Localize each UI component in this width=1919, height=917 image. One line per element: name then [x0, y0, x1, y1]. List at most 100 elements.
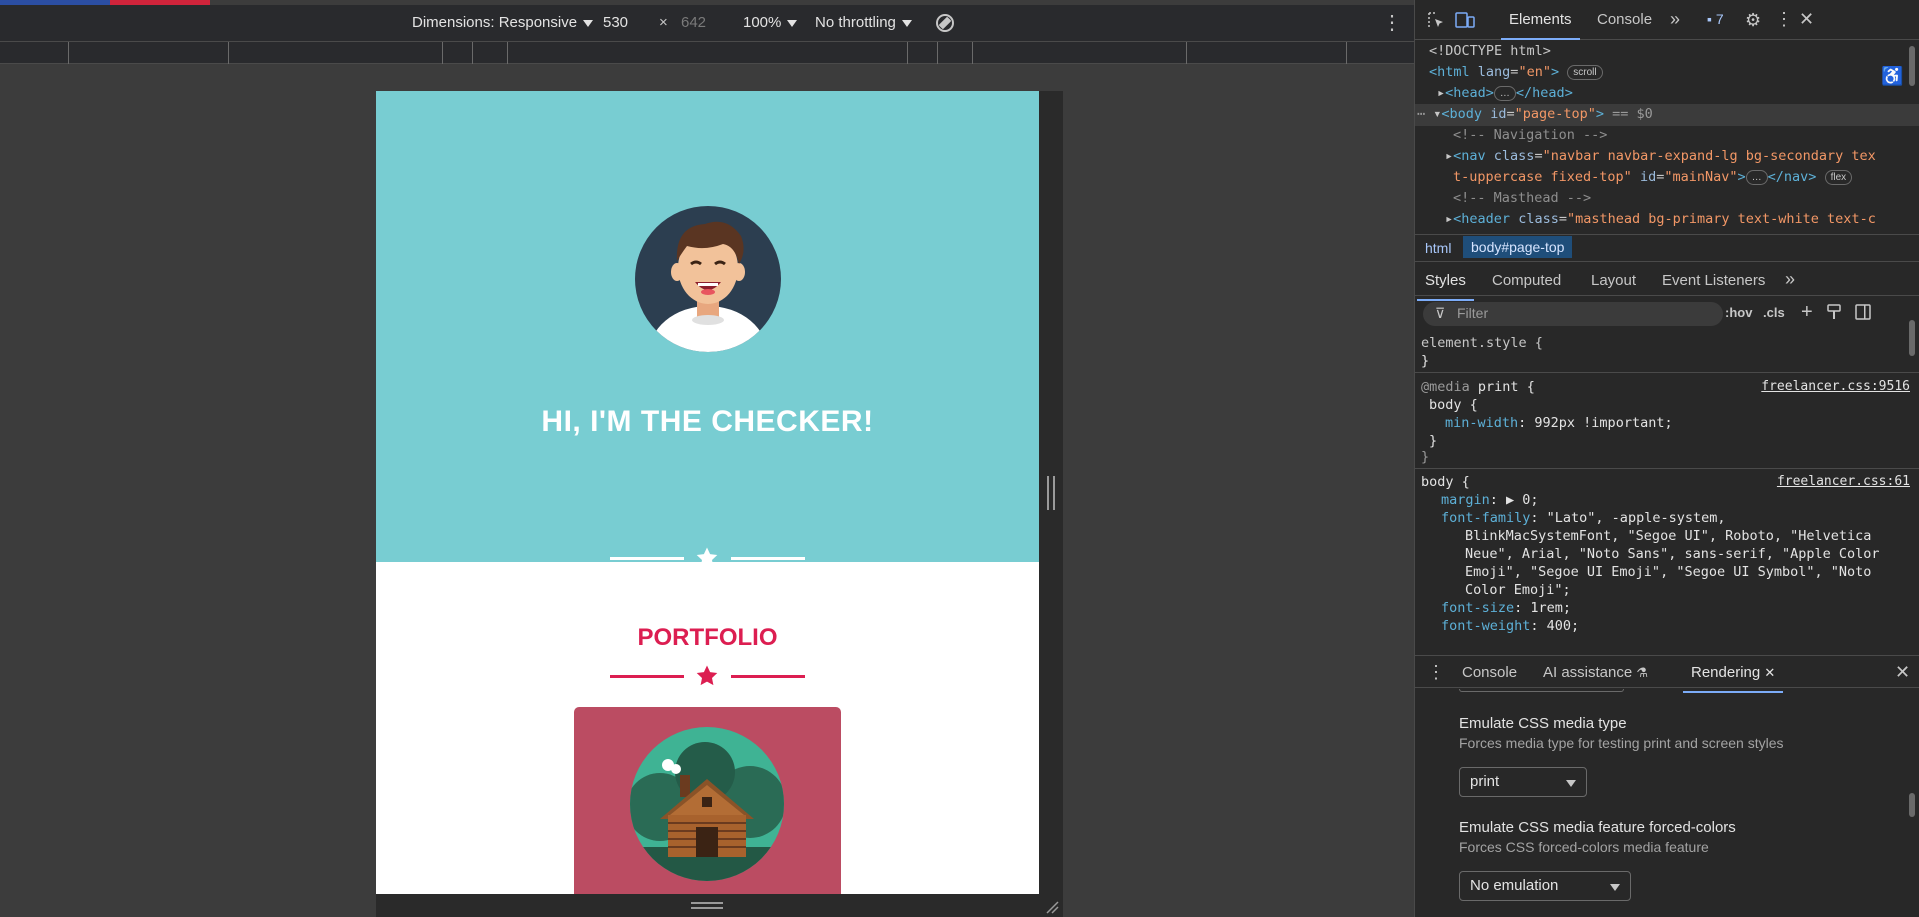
dom-head-line[interactable]: ▸<head>… </head> — [1437, 83, 1919, 105]
tab-event-listeners[interactable]: Event Listeners — [1662, 272, 1765, 289]
close-icon[interactable]: ✕ — [1764, 665, 1775, 680]
flask-icon: ⚗ — [1636, 665, 1649, 680]
dimensions-dropdown[interactable]: Dimensions: Responsive — [412, 14, 594, 31]
chevron-down-icon — [1610, 884, 1620, 891]
cls-button[interactable]: .cls — [1763, 305, 1785, 320]
body-selector[interactable]: body { — [1429, 396, 1478, 414]
right-resize-gutter[interactable] — [1039, 91, 1063, 894]
filter-input[interactable]: ⊽ Filter — [1423, 302, 1723, 326]
corner-resize-icon[interactable] — [1045, 900, 1059, 914]
tab-layout[interactable]: Layout — [1591, 272, 1636, 289]
devtools-main-tabs: Elements Console » ▪ 7 ⚙ ⋮ ✕ — [1415, 0, 1919, 40]
new-rule-icon[interactable]: + — [1801, 301, 1813, 324]
paint-brush-icon[interactable] — [1827, 304, 1841, 325]
rendering-label: Rendering — [1691, 664, 1761, 681]
dom-nav-line-cont[interactable]: t-uppercase fixed-top" id="mainNav">… </n… — [1453, 167, 1919, 189]
drawer-tab-ai-assistance[interactable]: AI assistance ⚗ — [1543, 664, 1648, 681]
dimensions-label: Dimensions: Responsive — [412, 14, 578, 31]
dom-header-line[interactable]: ▸<header class="masthead bg-primary text… — [1445, 209, 1919, 231]
close-icon[interactable]: ✕ — [1799, 9, 1814, 30]
rotate-icon[interactable] — [933, 11, 957, 39]
breadcrumb-html[interactable]: html — [1425, 240, 1451, 256]
collapsed-ellipsis[interactable]: … — [1745, 170, 1768, 185]
zoom-dropdown[interactable]: 100% — [743, 14, 798, 31]
media-query-ruler[interactable] — [0, 42, 1414, 64]
more-tabs-icon[interactable]: » — [1785, 269, 1795, 290]
settings-icon[interactable]: ⚙ — [1745, 10, 1761, 31]
tab-styles[interactable]: Styles — [1417, 272, 1474, 301]
emulated-page: HI, I'M THE CHECKER! PORTFOLIO — [376, 91, 1039, 894]
height-input[interactable]: 642 — [681, 14, 706, 31]
drawer-tab-console[interactable]: Console — [1462, 664, 1517, 681]
breadcrumb-body[interactable]: body#page-top — [1463, 236, 1573, 258]
style-prop-font-family[interactable]: font-family: "Lato", -apple-system, — [1441, 509, 1725, 527]
rule-close-brace: } — [1421, 353, 1430, 369]
rule-close-brace: } — [1429, 433, 1438, 449]
device-toggle-icon[interactable] — [1455, 11, 1475, 34]
forced-colors-value: No emulation — [1470, 877, 1559, 894]
style-prop-font-family-cont: BlinkMacSystemFont, "Segoe UI", Roboto, … — [1465, 528, 1872, 544]
chevron-down-icon — [583, 19, 594, 27]
device-emulation-area: Dimensions: Responsive 530 × 642 100% No… — [0, 0, 1414, 917]
accessibility-icon[interactable]: ♿ — [1881, 66, 1903, 87]
previous-select-edge — [1459, 689, 1624, 692]
rendering-panel: Emulate CSS media type Forces media type… — [1415, 689, 1919, 917]
style-prop-margin[interactable]: margin: ▶ 0; — [1441, 491, 1539, 509]
tab-console[interactable]: Console — [1597, 11, 1652, 28]
styles-filter-row: ⊽ Filter :hov .cls + — [1415, 298, 1919, 330]
zoom-label: 100% — [743, 14, 782, 31]
dom-html-line[interactable]: <html lang="en"> scroll — [1429, 62, 1919, 84]
width-input[interactable]: 530 — [603, 14, 628, 31]
portfolio-section: PORTFOLIO — [376, 562, 1039, 894]
hero-title: HI, I'M THE CHECKER! — [541, 405, 874, 438]
forced-colors-description: Forces CSS forced-colors media feature — [1459, 839, 1709, 855]
drawer-tab-rendering[interactable]: Rendering ✕ — [1682, 664, 1784, 693]
dom-body-line[interactable]: ⋯ ▾<body id="page-top"> == $0 — [1415, 104, 1919, 126]
forced-colors-select[interactable]: No emulation — [1459, 871, 1631, 901]
dom-nav-line[interactable]: ▸<nav class="navbar navbar-expand-lg bg-… — [1445, 146, 1919, 168]
tab-elements[interactable]: Elements — [1501, 11, 1580, 40]
issues-button[interactable]: ▪ 7 — [1707, 11, 1724, 27]
drawer-menu-icon[interactable]: ⋮ — [1427, 662, 1445, 683]
hov-button[interactable]: :hov — [1725, 305, 1752, 320]
media-type-select[interactable]: print — [1459, 767, 1587, 797]
more-tabs-icon[interactable]: » — [1670, 9, 1680, 30]
avatar — [635, 206, 781, 352]
filter-placeholder: Filter — [1457, 305, 1489, 321]
bottom-resize-handle[interactable] — [376, 894, 1063, 917]
drawer-tabs: ⋮ Console AI assistance ⚗ Rendering ✕ ✕ — [1415, 655, 1919, 693]
dom-comment-masthead[interactable]: <!-- Masthead --> — [1453, 188, 1919, 210]
filter-icon: ⊽ — [1435, 305, 1446, 321]
swap-dimensions-button[interactable]: × — [659, 14, 668, 31]
scroll-badge: scroll — [1567, 65, 1603, 80]
more-options-icon[interactable]: ⋮ — [1382, 10, 1402, 35]
style-prop-font-size[interactable]: font-size: 1rem; — [1441, 599, 1571, 617]
dom-scrollbar[interactable] — [1909, 46, 1915, 86]
device-toolbar: Dimensions: Responsive 530 × 642 100% No… — [0, 5, 1414, 42]
media-rule[interactable]: @media print { — [1421, 378, 1535, 396]
masthead: HI, I'M THE CHECKER! — [376, 91, 1039, 568]
style-prop-font-weight[interactable]: font-weight: 400; — [1441, 617, 1579, 635]
source-link-body[interactable]: freelancer.css:61 — [1777, 473, 1910, 491]
star-icon — [696, 665, 718, 686]
close-drawer-icon[interactable]: ✕ — [1895, 662, 1910, 683]
source-link-media[interactable]: freelancer.css:9516 — [1761, 378, 1910, 396]
style-prop-min-width[interactable]: min-width: 992px !important; — [1445, 414, 1673, 432]
flex-badge[interactable]: flex — [1824, 170, 1853, 185]
collapsed-ellipsis[interactable]: … — [1493, 86, 1516, 101]
element-style-selector[interactable]: element.style { — [1421, 334, 1543, 352]
tab-computed[interactable]: Computed — [1492, 272, 1561, 289]
expand-triangle-icon: ▸ — [1445, 148, 1454, 164]
rendering-scrollbar[interactable] — [1909, 793, 1915, 817]
throttling-dropdown[interactable]: No throttling — [815, 14, 912, 31]
dom-comment-navigation[interactable]: <!-- Navigation --> — [1453, 125, 1919, 147]
body-selector[interactable]: body { — [1421, 473, 1470, 491]
devtools-panel: Elements Console » ▪ 7 ⚙ ⋮ ✕ <!DOCTYPE h… — [1414, 0, 1919, 917]
dom-doctype[interactable]: <!DOCTYPE html> — [1429, 41, 1919, 63]
portfolio-item-card[interactable] — [574, 707, 841, 894]
styles-scrollbar[interactable] — [1909, 320, 1915, 356]
chevron-down-icon — [1566, 780, 1576, 787]
more-options-icon[interactable]: ⋮ — [1775, 9, 1793, 30]
toggle-sidebar-icon[interactable] — [1855, 304, 1871, 325]
inspect-element-icon[interactable] — [1427, 11, 1445, 34]
